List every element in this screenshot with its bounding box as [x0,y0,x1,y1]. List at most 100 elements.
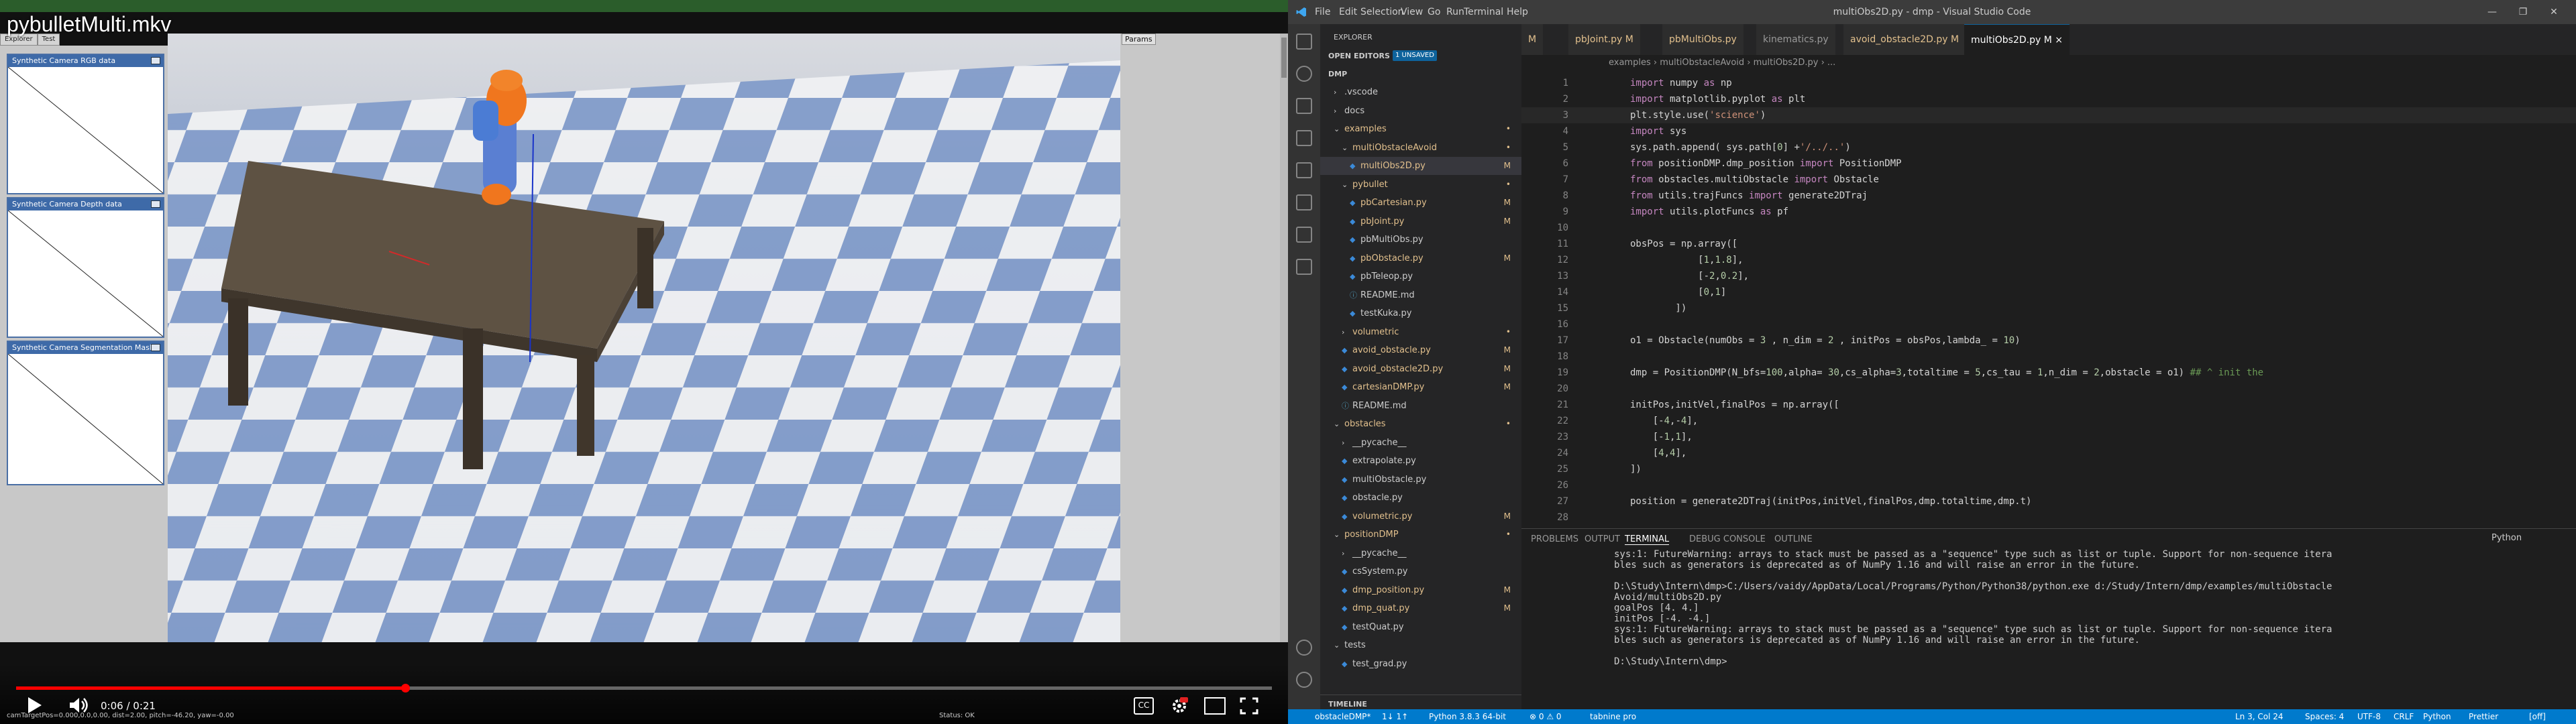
line-number: 25 [1557,464,1568,475]
line-number: 16 [1557,319,1568,330]
run-debug-icon[interactable] [1296,130,1312,146]
eol-status[interactable]: CRLF [2394,709,2414,724]
indentation-status[interactable]: Spaces: 4 [2305,709,2344,724]
testing-icon[interactable] [1296,227,1312,243]
line-number: 11 [1557,239,1568,249]
params-scrollbar[interactable] [1280,34,1288,642]
prettier-status[interactable]: Prettier [2469,709,2498,724]
tree-item[interactable]: ◆ avoid_obstacle.py M [1320,341,1521,359]
code-text: [-4,-4], [1630,416,1699,426]
tree-item[interactable]: ◆ pbCartesian.py M [1320,194,1521,212]
remote-explorer-icon[interactable] [1296,162,1312,178]
tree-item[interactable]: ◆ testKuka.py [1320,304,1521,322]
terminal-line: bles such as generators is deprecated as… [1614,635,2140,646]
editor-tab[interactable]: kinematics.py [1756,24,1835,55]
code-text: ]) [1630,303,1687,314]
tree-item[interactable]: ⌄ examples • [1320,120,1521,138]
python-file-icon: ◆ [1342,585,1348,595]
tree-item[interactable]: ◆ pbJoint.py M [1320,213,1521,231]
fullscreen-icon[interactable] [1240,697,1258,715]
editor-tab[interactable]: M [1521,24,1544,55]
tree-item[interactable]: ◆ testQuat.py [1320,618,1521,636]
miniplayer-button[interactable] [1204,697,1226,715]
tree-item[interactable]: ◆ volumetric.py M [1320,507,1521,526]
open-editors-section[interactable]: OPEN EDITORS 1 UNSAVED [1320,47,1521,65]
captions-button[interactable]: CC [1134,697,1154,715]
params-label[interactable]: Params [1122,34,1156,45]
tree-item[interactable]: ◆ cartesianDMP.py M [1320,378,1521,396]
panel-tab-output[interactable]: OUTPUT [1585,534,1620,544]
sync-status[interactable]: 1↓ 1↑ [1382,709,1408,724]
tree-item[interactable]: ⌄ positionDMP • [1320,526,1521,544]
cursor-position[interactable]: Ln 3, Col 24 [2235,709,2284,724]
panel-max-icon[interactable] [151,57,160,64]
video-player[interactable]: Explorer Test Synthetic Camera RGB data … [0,0,1288,724]
tree-item[interactable]: ◆ obstacle.py [1320,489,1521,507]
tree-item[interactable]: ⌄ multiObstacleAvoid • [1320,139,1521,157]
python-interpreter[interactable]: Python 3.8.3 64-bit [1429,709,1506,724]
settings-gear-icon[interactable] [1171,697,1188,715]
play-button[interactable] [28,697,42,713]
tree-item-status: M [1503,603,1511,613]
tree-item[interactable]: › docs [1320,102,1521,120]
tree-item[interactable]: ⌄ tests [1320,636,1521,654]
code-editor[interactable]: 1 import numpy as np 2 import matplotlib.py… [1521,71,2576,528]
tree-item[interactable]: ⓘ README.md [1320,286,1521,304]
extensions-icon[interactable] [1296,194,1312,210]
code-text: [-1,1], [1630,432,1693,442]
tree-item[interactable]: ⌄ obstacles • [1320,415,1521,433]
tree-item[interactable]: ◆ extrapolate.py [1320,452,1521,470]
source-control-icon[interactable] [1296,98,1312,114]
editor-tab[interactable]: pbJoint.py M [1568,24,1640,55]
tree-item[interactable]: ◆ pbMultiObs.py [1320,231,1521,249]
tree-item[interactable]: ◆ multiObs2D.py M [1320,157,1521,175]
account-icon[interactable] [1296,640,1312,656]
breadcrumb[interactable]: examples › multiObstacleAvoid › multiObs… [1521,55,2576,71]
editor-tab[interactable]: avoid_obstacle2D.py M [1843,24,1966,55]
3d-scene[interactable] [168,34,1120,642]
branch-status[interactable]: obstacleDMP* [1315,709,1371,724]
manage-gear-icon[interactable] [1296,672,1312,688]
panel-tab-debug-console[interactable]: DEBUG CONSOLE [1689,534,1766,544]
tree-item[interactable]: › volumetric • [1320,323,1521,341]
tree-item[interactable]: › __pycache__ [1320,434,1521,452]
tree-item[interactable]: ◆ pbTeleop.py [1320,267,1521,286]
code-text: dmp = PositionDMP(N_bfs=100,alpha= 30,cs… [1630,367,2264,378]
terminal-output[interactable]: sys:1: FutureWarning: arrays to stack mu… [1614,549,2332,667]
panel-tab-outline[interactable]: OUTLINE [1774,534,1813,544]
terminal-shell-select[interactable]: Python [2491,533,2522,543]
panel-tab-terminal[interactable]: TERMINAL [1625,534,1670,545]
language-mode[interactable]: Python [2423,709,2451,724]
panel-max-icon[interactable] [151,344,160,351]
tabnine-status[interactable]: tabnine pro [1590,709,1636,724]
camera-panels: Synthetic Camera RGB data Synthetic Came… [0,46,168,642]
tree-item[interactable]: ◆ dmp_quat.py M [1320,599,1521,617]
panel-max-icon[interactable] [151,200,160,208]
tree-item[interactable]: ◆ multiObstacle.py [1320,471,1521,489]
editor-tab[interactable]: multiObs2D.py M × [1964,24,2070,55]
tree-item-status: M [1503,161,1511,170]
tree-item[interactable]: ◆ dmp_position.py M [1320,581,1521,599]
minimize-button[interactable]: — [2477,0,2508,24]
tree-item[interactable]: › __pycache__ [1320,544,1521,562]
editor-tab[interactable]: pbMultiObs.py [1662,24,1743,55]
encoding-status[interactable]: UTF-8 [2357,709,2381,724]
tree-item[interactable]: ◆ pbObstacle.py M [1320,249,1521,267]
tree-item[interactable]: ⌄ pybullet • [1320,176,1521,194]
progress-bar[interactable] [16,684,1272,692]
docker-icon[interactable] [1296,259,1312,275]
panel-tab-problems[interactable]: PROBLEMS [1531,534,1578,544]
maximize-button[interactable]: ❐ [2508,0,2538,24]
extra-status[interactable]: [off] [2529,709,2546,724]
tree-item[interactable]: › .vscode [1320,83,1521,101]
problems-status[interactable]: ⊗ 0 ⚠ 0 [1529,709,1562,724]
search-icon[interactable] [1296,66,1312,82]
workspace-root[interactable]: DMP [1320,65,1521,83]
explorer-icon[interactable] [1296,34,1312,50]
close-button[interactable]: ✕ [2538,0,2569,24]
tree-item[interactable]: ◆ csSystem.py [1320,562,1521,581]
line-number: 13 [1557,271,1568,282]
tree-item[interactable]: ◆ avoid_obstacle2D.py M [1320,360,1521,378]
tree-item[interactable]: ◆ test_grad.py [1320,655,1521,673]
tree-item[interactable]: ⓘ README.md [1320,397,1521,415]
